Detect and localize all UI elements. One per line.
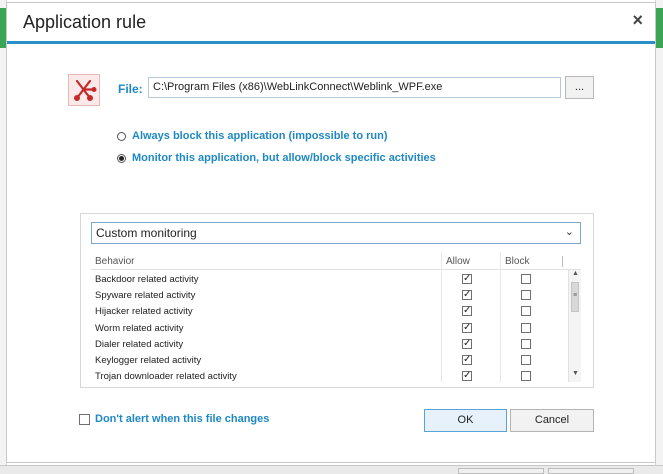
radio-monitor-label: Monitor this application, but allow/bloc… — [132, 152, 436, 164]
grid-scrollbar[interactable]: ▲ ≡ ▼ — [568, 270, 581, 382]
scrollbar-thumb[interactable]: ≡ — [571, 282, 579, 312]
table-row[interactable]: Spyware related activity ✓ — [91, 288, 567, 304]
block-checkbox[interactable] — [521, 355, 531, 365]
table-row[interactable]: Worm related activity ✓ — [91, 321, 567, 337]
block-checkbox[interactable] — [521, 274, 531, 284]
browse-button[interactable]: ... — [565, 76, 594, 99]
table-row[interactable]: Trojan downloader related activity ✓ — [91, 369, 567, 382]
block-checkbox[interactable] — [521, 322, 531, 333]
allow-checkbox[interactable]: ✓ — [462, 274, 472, 284]
header-divider — [91, 269, 581, 270]
scroll-up-icon[interactable]: ▲ — [569, 270, 581, 282]
behavior-label: Backdoor related activity — [95, 274, 199, 285]
block-checkbox[interactable] — [521, 371, 531, 382]
table-row[interactable]: Dialer related activity ✓ — [91, 337, 567, 353]
behavior-label: Hijacker related activity — [95, 306, 193, 318]
behavior-label: Keylogger related activity — [95, 355, 202, 366]
file-label: File: — [118, 82, 143, 96]
radio-always-block[interactable]: Always block this application (impossibl… — [117, 130, 387, 142]
chevron-down-icon[interactable]: ⌄ — [565, 225, 574, 238]
dont-alert-checkbox[interactable] — [79, 413, 90, 425]
table-row[interactable]: Keylogger related activity ✓ — [91, 353, 567, 369]
column-header-behavior[interactable]: Behavior — [95, 256, 134, 267]
monitoring-mode-value: Custom monitoring — [96, 226, 197, 240]
behavior-grid: Behavior Allow Block Backdoor related ac… — [91, 252, 581, 382]
block-checkbox[interactable] — [521, 290, 531, 301]
ok-button[interactable]: OK — [424, 409, 507, 432]
radio-button[interactable] — [117, 153, 126, 163]
allow-checkbox[interactable]: ✓ — [462, 322, 472, 333]
table-row[interactable]: Hijacker related activity ✓ — [91, 304, 567, 320]
background-button — [548, 468, 634, 474]
column-header-allow[interactable]: Allow — [446, 256, 470, 267]
close-icon[interactable]: × — [632, 10, 643, 31]
cancel-button[interactable]: Cancel — [510, 409, 594, 432]
dont-alert-option[interactable]: Don't alert when this file changes — [79, 413, 269, 425]
background-button — [458, 468, 544, 474]
block-checkbox[interactable] — [521, 306, 531, 317]
file-path-field[interactable]: C:\Program Files (x86)\WebLinkConnect\We… — [148, 77, 561, 98]
monitoring-mode-select[interactable]: Custom monitoring ⌄ — [91, 222, 581, 244]
background-window-right — [655, 0, 663, 474]
behavior-label: Spyware related activity — [95, 290, 196, 302]
block-checkbox[interactable] — [521, 338, 531, 349]
dialog-title: Application rule — [23, 12, 147, 32]
allow-checkbox[interactable]: ✓ — [462, 371, 472, 382]
application-icon — [68, 74, 100, 106]
column-separator — [562, 256, 563, 267]
monitoring-panel: Custom monitoring ⌄ Behavior Allow Block… — [80, 213, 594, 388]
allow-checkbox[interactable]: ✓ — [462, 338, 472, 349]
dialog-titlebar: Application rule × — [7, 3, 655, 44]
radio-monitor[interactable]: Monitor this application, but allow/bloc… — [117, 152, 436, 164]
behavior-label: Worm related activity — [95, 322, 184, 334]
application-rule-dialog: Application rule × File: C:\Program File… — [6, 2, 656, 463]
allow-checkbox[interactable]: ✓ — [462, 355, 472, 365]
column-header-block[interactable]: Block — [505, 256, 529, 267]
dont-alert-label: Don't alert when this file changes — [95, 413, 270, 425]
allow-checkbox[interactable]: ✓ — [462, 290, 472, 301]
scroll-down-icon[interactable]: ▼ — [569, 370, 581, 382]
behavior-label: Trojan downloader related activity — [95, 371, 237, 382]
allow-checkbox[interactable]: ✓ — [462, 306, 472, 317]
table-row[interactable]: Backdoor related activity ✓ — [91, 272, 567, 288]
background-header-accent-right — [656, 8, 663, 48]
radio-button[interactable] — [117, 131, 126, 141]
radio-always-block-label: Always block this application (impossibl… — [132, 130, 388, 142]
behavior-label: Dialer related activity — [95, 338, 184, 350]
